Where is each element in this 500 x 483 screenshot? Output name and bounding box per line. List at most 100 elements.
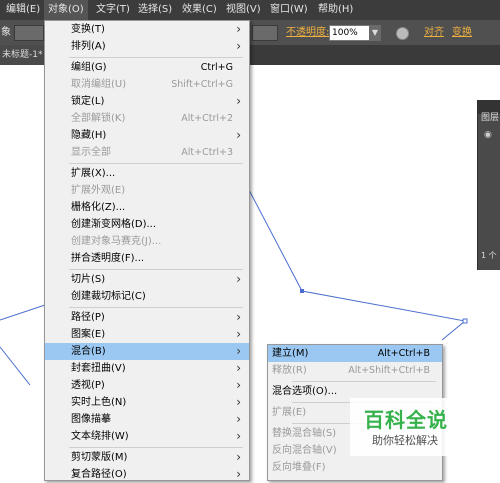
object-menu-item-25[interactable]: 复合路径(O) › [45, 466, 249, 483]
chevron-right-icon: › [236, 39, 241, 53]
layers-count: 1 个 [481, 251, 497, 260]
object-menu-item-label: 锁定(L) [71, 96, 105, 107]
object-menu-item-label: 变换(T) [71, 24, 105, 35]
object-menu-item-shortcut: Ctrl+G [200, 62, 233, 73]
object-menu-item-9[interactable]: 扩展外观(E) [45, 182, 249, 199]
object-menu-item-14[interactable]: 切片(S) › [45, 271, 249, 288]
path-segment-left-lower[interactable] [0, 346, 31, 386]
object-menu-item-3[interactable]: 取消编组(U) Shift+Ctrl+G [45, 76, 249, 93]
blend-menu-item-0[interactable]: 建立(M) Alt+Ctrl+B [268, 345, 442, 362]
recolor-icon[interactable] [396, 27, 409, 40]
object-menu-item-22[interactable]: 图像描摹 › [45, 411, 249, 428]
object-menu-item-label: 混合(B) [71, 346, 106, 357]
object-menu-item-shortcut: Alt+Ctrl+3 [181, 147, 233, 158]
eye-icon[interactable]: ◉ [484, 130, 492, 140]
document-tab[interactable]: 未标题-1* [0, 45, 45, 65]
object-menu-item-label: 实时上色(N) [71, 397, 127, 408]
align-link[interactable]: 对齐 [424, 20, 444, 45]
watermark: 百科全说 助你轻松解决 [350, 398, 470, 456]
chevron-right-icon: › [236, 22, 241, 36]
layers-panel: 图层 ◉ 1 个 [477, 100, 500, 270]
object-menu-item-label: 隐藏(H) [71, 130, 107, 141]
object-menu-item-shortcut: Shift+Ctrl+G [171, 79, 233, 90]
object-menu-item-label: 编组(G) [71, 62, 107, 73]
object-menu-item-label: 扩展外观(E) [71, 185, 126, 196]
opacity-input[interactable]: 100% [329, 25, 371, 41]
object-menu-item-label: 封套扭曲(V) [71, 363, 126, 374]
object-menu-item-12[interactable]: 创建对象马赛克(J)... [45, 233, 249, 250]
blend-menu-item-6[interactable]: 反向堆叠(F) [268, 459, 442, 476]
chevron-right-icon: › [236, 272, 241, 286]
stroke-dropdown[interactable] [14, 25, 44, 41]
menu-separator [69, 447, 243, 448]
menu-window[interactable]: 窗口(W) [270, 0, 308, 20]
path-segment-left-upper[interactable] [0, 304, 46, 321]
object-menu-item-16[interactable]: 路径(P) › [45, 309, 249, 326]
menu-separator [69, 307, 243, 308]
object-menu-item-0[interactable]: 变换(T) › [45, 21, 249, 38]
object-menu-item-label: 创建渐变网格(D)... [71, 219, 157, 230]
chevron-right-icon: › [236, 429, 241, 443]
object-menu-item-19[interactable]: 封套扭曲(V) › [45, 360, 249, 377]
blend-menu-item-label: 反向堆叠(F) [272, 462, 326, 473]
menu-help[interactable]: 帮助(H) [318, 0, 353, 20]
object-menu-item-21[interactable]: 实时上色(N) › [45, 394, 249, 411]
blend-menu-item-label: 扩展(E) [272, 407, 307, 418]
object-menu-item-4[interactable]: 锁定(L) › [45, 93, 249, 110]
opacity-label[interactable]: 不透明度: [286, 20, 329, 45]
menu-object[interactable]: 对象(O) [44, 0, 88, 20]
opacity-dropdown-icon[interactable]: ▼ [369, 25, 381, 41]
object-menu-item-label: 切片(S) [71, 274, 106, 285]
object-menu-item-24[interactable]: 剪切蒙版(M) › [45, 449, 249, 466]
chevron-right-icon: › [236, 467, 241, 481]
transform-link[interactable]: 变换 [452, 20, 472, 45]
menu-edit[interactable]: 编辑(E) [6, 0, 40, 20]
chevron-right-icon: › [236, 412, 241, 426]
object-menu-item-7[interactable]: 显示全部 Alt+Ctrl+3 [45, 144, 249, 161]
object-menu-item-11[interactable]: 创建渐变网格(D)... [45, 216, 249, 233]
object-menu-item-5[interactable]: 全部解锁(K) Alt+Ctrl+2 [45, 110, 249, 127]
menu-separator [69, 269, 243, 270]
object-menu-item-15[interactable]: 创建裁切标记(C) [45, 288, 249, 305]
object-menu-item-8[interactable]: 扩展(X)... [45, 165, 249, 182]
menu-type[interactable]: 文字(T) [96, 0, 130, 20]
object-menu-item-label: 栅格化(Z)... [71, 202, 126, 213]
menu-separator [69, 57, 243, 58]
object-menu-item-20[interactable]: 透视(P) › [45, 377, 249, 394]
object-menu-item-1[interactable]: 排列(A) › [45, 38, 249, 55]
object-menu-item-shortcut: Alt+Ctrl+2 [181, 113, 233, 124]
object-menu-item-label: 复合路径(O) [71, 469, 127, 480]
object-menu-item-label: 全部解锁(K) [71, 113, 126, 124]
chevron-right-icon: › [236, 327, 241, 341]
object-menu-item-6[interactable]: 隐藏(H) › [45, 127, 249, 144]
chevron-right-icon: › [236, 310, 241, 324]
object-menu-item-10[interactable]: 栅格化(Z)... [45, 199, 249, 216]
anchor-point[interactable] [462, 318, 468, 324]
object-menu-item-label: 显示全部 [71, 147, 111, 158]
object-menu-item-label: 路径(P) [71, 312, 105, 323]
object-menu-item-17[interactable]: 图案(E) › [45, 326, 249, 343]
control-object-label: 象 [1, 27, 11, 38]
blend-menu-item-label: 建立(M) [272, 348, 309, 359]
blend-menu-item-label: 替换混合轴(S) [272, 428, 337, 439]
menu-view[interactable]: 视图(V) [226, 0, 261, 20]
object-menu-item-18[interactable]: 混合(B) › [45, 343, 249, 360]
chevron-right-icon: › [236, 128, 241, 142]
blend-menu-item-1[interactable]: 释放(R) Alt+Shift+Ctrl+B [268, 362, 442, 379]
menu-select[interactable]: 选择(S) [138, 0, 172, 20]
object-menu-item-label: 扩展(X)... [71, 168, 116, 179]
watermark-title: 百科全说 [364, 408, 448, 432]
layers-panel-title[interactable]: 图层 [481, 110, 499, 123]
object-menu-item-label: 图像描摹 [71, 414, 111, 425]
menu-effect[interactable]: 效果(C) [182, 0, 217, 20]
object-menu-item-label: 创建裁切标记(C) [71, 291, 146, 302]
object-menu-item-label: 取消编组(U) [71, 79, 127, 90]
object-menu-item-13[interactable]: 拼合透明度(F)... [45, 250, 249, 267]
chevron-right-icon: › [236, 450, 241, 464]
style-dropdown[interactable] [252, 25, 278, 41]
object-menu-item-23[interactable]: 文本绕排(W) › [45, 428, 249, 445]
star-path[interactable] [247, 187, 467, 341]
object-menu-item-2[interactable]: 编组(G) Ctrl+G [45, 59, 249, 76]
anchor-point[interactable] [300, 289, 304, 293]
object-menu: 变换(T) › 排列(A) › 编组(G) Ctrl+G 取消编组(U) Shift+Ctrl… [44, 20, 250, 481]
